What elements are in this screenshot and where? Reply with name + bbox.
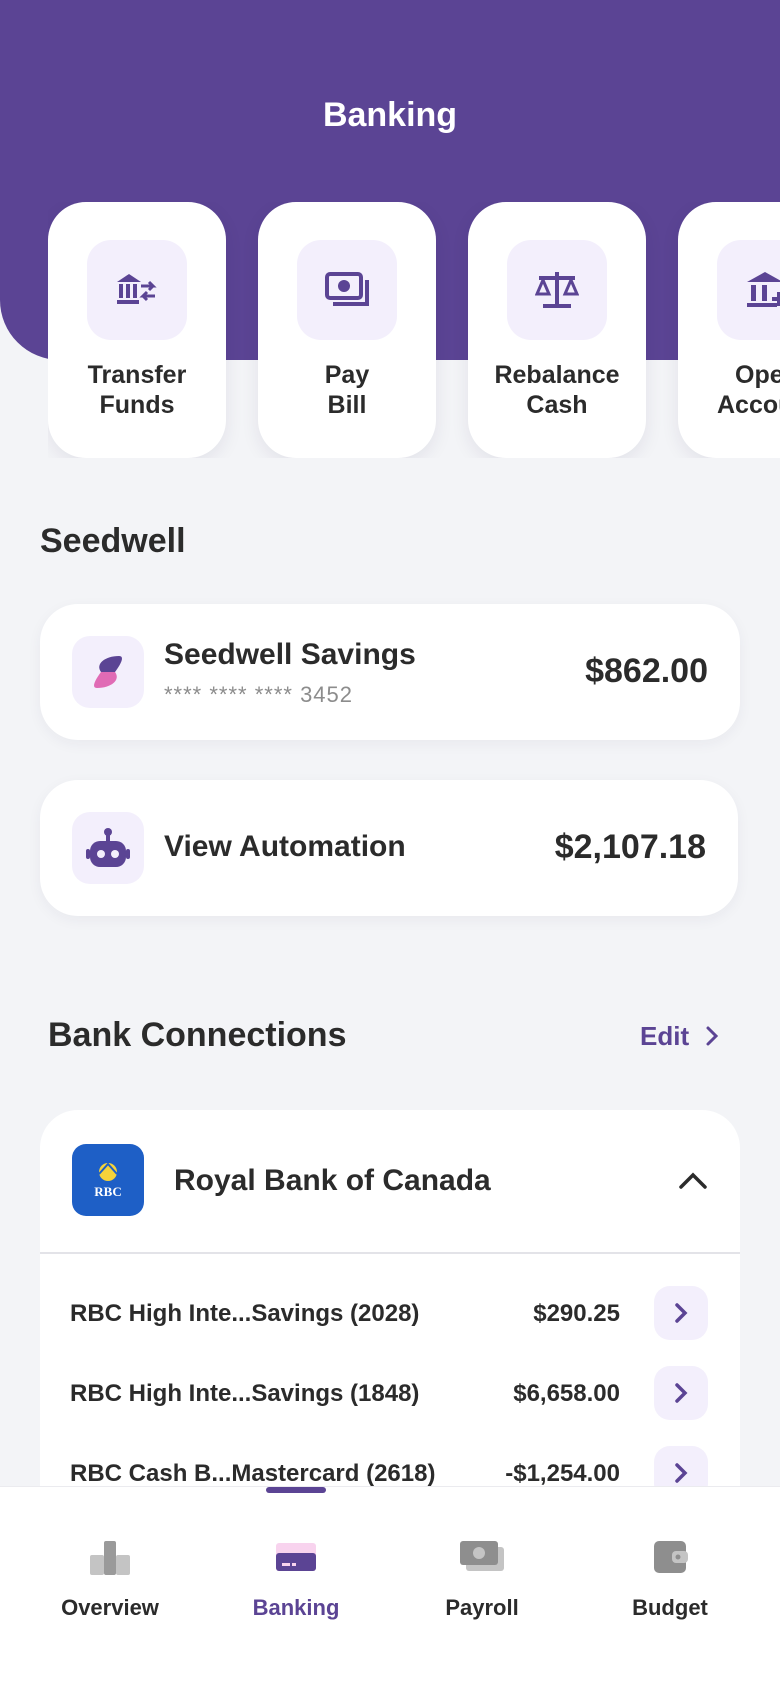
rebalance-cash-button[interactable]: Rebalance Cash (468, 202, 646, 458)
rebalance-cash-label: Rebalance Cash (494, 361, 620, 419)
edit-label: Edit (640, 1020, 690, 1051)
tab-payroll[interactable]: Payroll (392, 1537, 572, 1637)
open-account-button[interactable]: OpenAccount (678, 202, 780, 458)
rbc-logo-icon: RBC (72, 1144, 144, 1216)
open-account-label: OpenAccount (717, 361, 780, 419)
scale-icon (507, 240, 607, 340)
robot-icon (72, 812, 144, 884)
bank-divider (40, 1252, 740, 1254)
chevron-up-icon[interactable] (678, 1170, 708, 1190)
payroll-cash-icon (460, 1541, 504, 1571)
seedwell-savings-amount: $862.00 (585, 652, 708, 690)
tab-budget-label: Budget (632, 1595, 708, 1620)
account-open-button[interactable] (654, 1286, 708, 1340)
account-amount: $290.25 (533, 1300, 620, 1327)
automation-amount: $2,107.18 (554, 828, 706, 866)
overview-icon (90, 1541, 130, 1575)
rbc-logo-text: RBC (94, 1184, 122, 1199)
chevron-right-icon (675, 1303, 688, 1323)
account-name: RBC Cash B...Mastercard (2618) (70, 1460, 436, 1487)
view-automation-card[interactable]: View Automation $2,107.18 (40, 780, 738, 916)
bank-add-icon (717, 240, 780, 340)
view-automation-label: View Automation (164, 830, 406, 863)
seedwell-logo-icon (72, 636, 144, 708)
account-open-button[interactable] (654, 1366, 708, 1420)
transfer-funds-label: Transfer Funds (87, 361, 187, 419)
bank-account-row[interactable]: RBC High Inte...Savings (1848) $6,658.00 (40, 1364, 740, 1424)
seedwell-savings-mask: **** **** **** 3452 (164, 682, 354, 707)
tab-budget[interactable]: Budget (580, 1537, 760, 1637)
bank-name: Royal Bank of Canada (174, 1164, 491, 1197)
seedwell-savings-card[interactable]: Seedwell Savings **** **** **** 3452 $86… (40, 604, 740, 740)
tab-payroll-label: Payroll (445, 1595, 519, 1620)
tab-banking-label: Banking (252, 1595, 340, 1620)
bill-icon (297, 240, 397, 340)
bank-transfer-icon (87, 240, 187, 340)
tab-overview-label: Overview (61, 1595, 159, 1620)
active-tab-indicator (266, 1487, 326, 1493)
pay-bill-button[interactable]: Pay Bill (258, 202, 436, 458)
banking-card-icon (276, 1543, 316, 1571)
chevron-right-icon (675, 1463, 688, 1483)
bottom-tab-bar: Overview Banking Payroll Budget (0, 1486, 780, 1688)
tab-overview[interactable]: Overview (20, 1537, 200, 1637)
account-name: RBC High Inte...Savings (2028) (70, 1300, 420, 1327)
wallet-icon (654, 1541, 688, 1573)
edit-connections-button[interactable]: Edit (640, 1018, 719, 1054)
pay-bill-label: Pay Bill (324, 361, 370, 419)
bank-account-row[interactable]: RBC High Inte...Savings (2028) $290.25 (40, 1284, 740, 1344)
bank-connections-title: Bank Connections (48, 1016, 347, 1054)
tab-banking[interactable]: Banking (206, 1537, 386, 1637)
account-name: RBC High Inte...Savings (1848) (70, 1380, 420, 1407)
seedwell-section-title: Seedwell (40, 522, 186, 560)
chevron-right-icon (706, 1026, 719, 1046)
account-amount: -$1,254.00 (505, 1460, 620, 1487)
seedwell-savings-name: Seedwell Savings (164, 638, 416, 671)
page-title: Banking (322, 96, 458, 134)
transfer-funds-button[interactable]: Transfer Funds (48, 202, 226, 458)
account-amount: $6,658.00 (513, 1380, 620, 1407)
quick-actions-carousel[interactable]: Transfer Funds Pay Bill Rebalance Cash O… (48, 202, 780, 458)
chevron-right-icon (675, 1383, 688, 1403)
